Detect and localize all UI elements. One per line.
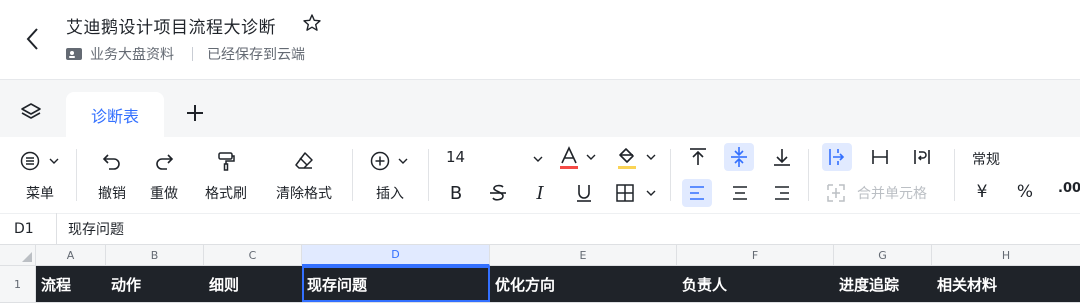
format-painter-icon[interactable] <box>212 149 240 173</box>
percent-format-button[interactable]: % <box>1014 182 1036 202</box>
formula-divider <box>56 213 57 245</box>
column-header-c[interactable]: C <box>204 245 302 266</box>
borders-button[interactable] <box>614 181 660 205</box>
divider <box>192 47 193 61</box>
align-right-icon[interactable] <box>768 179 796 207</box>
tab-diagnosis[interactable]: 诊断表 <box>66 92 164 137</box>
column-header-g[interactable]: G <box>834 245 932 266</box>
cell-e1[interactable]: 优化方向 <box>490 266 677 302</box>
align-center-icon[interactable] <box>726 179 754 207</box>
cell-h1[interactable]: 相关材料 <box>932 266 1080 302</box>
merge-cells-icon[interactable] <box>824 181 848 205</box>
align-middle-icon[interactable] <box>724 143 754 171</box>
grid-below <box>0 302 1080 308</box>
column-header-b[interactable]: B <box>106 245 204 266</box>
column-header-a[interactable]: A <box>36 245 106 266</box>
cell-b1[interactable]: 动作 <box>106 266 204 302</box>
redo-label[interactable]: 重做 <box>144 183 184 203</box>
bold-icon[interactable]: B <box>444 181 468 205</box>
underline-icon[interactable] <box>572 181 596 205</box>
toolbar-divider <box>954 149 955 201</box>
select-all-corner[interactable] <box>0 245 36 266</box>
document-title[interactable]: 艾迪鹅设计项目流程大诊断 <box>66 13 276 38</box>
toolbar: 菜单 撤销 重做 格式刷 清除格式 插入 14 B I 合并单元格 常规 ¥ %… <box>0 137 1080 213</box>
undo-label[interactable]: 撤销 <box>92 183 132 203</box>
document-header: 艾迪鹅设计项目流程大诊断 业务大盘资料 已经保存到云端 <box>0 0 1080 80</box>
column-header-d[interactable]: D <box>302 245 490 266</box>
back-arrow-icon[interactable] <box>18 24 48 54</box>
redo-icon[interactable] <box>150 149 178 173</box>
align-top-icon[interactable] <box>684 143 712 171</box>
star-icon[interactable] <box>302 13 322 33</box>
font-size-chevron-icon[interactable] <box>530 149 546 169</box>
toolbar-divider <box>670 149 671 201</box>
eraser-icon[interactable] <box>290 149 318 173</box>
italic-icon[interactable]: I <box>528 181 552 205</box>
number-format-select[interactable]: 常规 <box>972 149 1006 169</box>
document-subline: 业务大盘资料 已经保存到云端 <box>66 44 305 64</box>
toolbar-divider <box>428 149 429 201</box>
menu-label[interactable]: 菜单 <box>22 183 58 203</box>
merge-cells-label[interactable]: 合并单元格 <box>857 183 941 203</box>
undo-icon[interactable] <box>98 149 126 173</box>
strikethrough-icon[interactable] <box>486 181 510 205</box>
row-header-1[interactable]: 1 <box>0 266 36 302</box>
cell-g1[interactable]: 进度追踪 <box>834 266 932 302</box>
formula-input[interactable]: 现存问题 <box>68 219 124 239</box>
cell-reference[interactable]: D1 <box>0 221 56 237</box>
toolbar-divider <box>76 149 77 201</box>
align-bottom-icon[interactable] <box>768 143 796 171</box>
cell-a1[interactable]: 流程 <box>36 266 106 302</box>
format-painter-label[interactable]: 格式刷 <box>200 183 252 203</box>
insert-label[interactable]: 插入 <box>370 183 410 203</box>
clear-format-label[interactable]: 清除格式 <box>270 183 338 203</box>
cell-c1[interactable]: 细则 <box>204 266 302 302</box>
text-overflow-icon[interactable] <box>822 143 852 171</box>
column-header-h[interactable]: H <box>932 245 1080 266</box>
folder-link[interactable]: 业务大盘资料 <box>90 44 174 64</box>
add-sheet-icon[interactable] <box>184 102 206 124</box>
text-clip-icon[interactable] <box>866 143 894 171</box>
align-left-icon[interactable] <box>682 179 712 207</box>
toolbar-divider <box>352 149 353 201</box>
decimal-format-button[interactable]: .00 <box>1058 181 1080 196</box>
fill-color-button[interactable] <box>614 145 660 173</box>
menu-button[interactable] <box>18 149 62 173</box>
insert-button[interactable] <box>368 149 412 173</box>
cell-f1[interactable]: 负责人 <box>677 266 834 302</box>
save-status: 已经保存到云端 <box>207 47 305 63</box>
cell-d1[interactable]: 现存问题 <box>302 266 490 302</box>
toolbar-divider <box>808 149 809 201</box>
column-header-f[interactable]: F <box>677 245 834 266</box>
currency-format-button[interactable]: ¥ <box>972 182 992 202</box>
folder-icon <box>66 47 82 61</box>
layers-icon[interactable] <box>20 102 42 122</box>
formula-bar: D1 现存问题 <box>0 213 1080 245</box>
sheet-tabs-bar: 诊断表 <box>0 80 1080 137</box>
font-size-select[interactable]: 14 <box>446 148 470 166</box>
text-wrap-icon[interactable] <box>908 143 936 171</box>
column-header-e[interactable]: E <box>490 245 677 266</box>
font-color-button[interactable] <box>556 145 600 173</box>
